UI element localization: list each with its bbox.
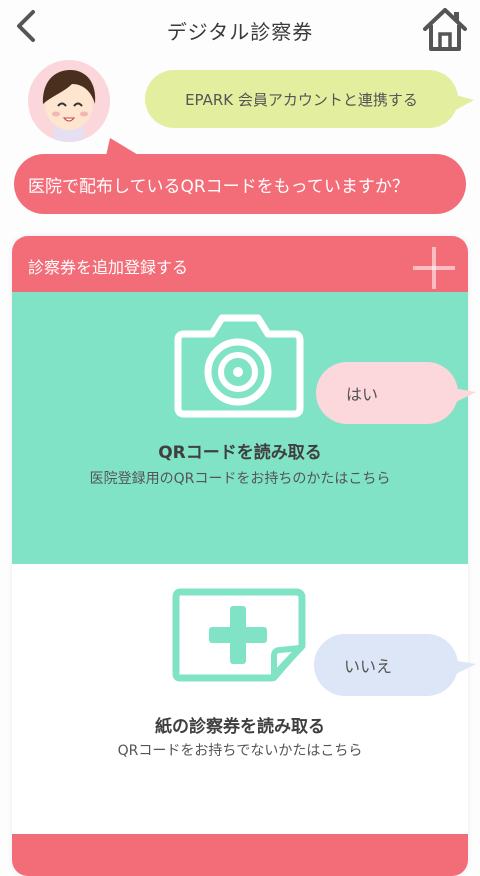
home-icon — [423, 8, 467, 51]
woman-face-icon — [42, 70, 96, 142]
no-answer-button[interactable]: いいえ — [314, 634, 476, 696]
bubble-tail — [452, 94, 474, 112]
paper-card-option[interactable]: 紙の診察券を読み取る QRコードをお持ちでないかたはこちら — [12, 564, 468, 834]
epark-link-label: EPARK 会員アカウントと連携する — [185, 90, 418, 109]
bubble-tail — [452, 388, 476, 404]
page-title: デジタル診察券 — [166, 20, 314, 44]
bubble-tail — [106, 138, 140, 156]
add-card-panel: 診察券を追加登録する QRコードを読み取る 医院登録用のQRコードをお持ちのかた… — [12, 236, 468, 876]
yes-answer-button[interactable]: はい — [316, 362, 476, 424]
app-header: デジタル診察券 — [0, 0, 480, 62]
panel-header: 診察券を追加登録する — [12, 236, 468, 292]
panel-footer-bar — [12, 834, 468, 876]
qr-option-subtitle: 医院登録用のQRコードをお持ちのかたはこちら — [89, 471, 391, 487]
question-bubble: 医院で配布しているQRコードをもっていますか？ — [14, 138, 466, 214]
no-label: いいえ — [344, 657, 393, 676]
qr-scan-option[interactable]: QRコードを読み取る 医院登録用のQRコードをお持ちのかたはこちら — [12, 292, 468, 564]
epark-link-bubble[interactable]: EPARK 会員アカウントと連携する — [145, 70, 474, 128]
card-add-icon — [172, 588, 306, 682]
home-button[interactable] — [420, 5, 470, 53]
bubble-tail — [452, 660, 476, 676]
qr-option-title: QRコードを読み取る — [158, 443, 322, 463]
camera-icon — [174, 314, 304, 418]
paper-option-title: 紙の診察券を読み取る — [155, 717, 325, 737]
panel-heading: 診察券を追加登録する — [28, 258, 189, 277]
question-text: 医院で配布しているQRコードをもっていますか？ — [28, 176, 409, 197]
paper-option-subtitle: QRコードをお持ちでないかたはこちら — [117, 743, 363, 759]
assistant-avatar — [28, 60, 110, 142]
yes-label: はい — [346, 385, 379, 404]
plus-icon[interactable] — [410, 244, 458, 292]
